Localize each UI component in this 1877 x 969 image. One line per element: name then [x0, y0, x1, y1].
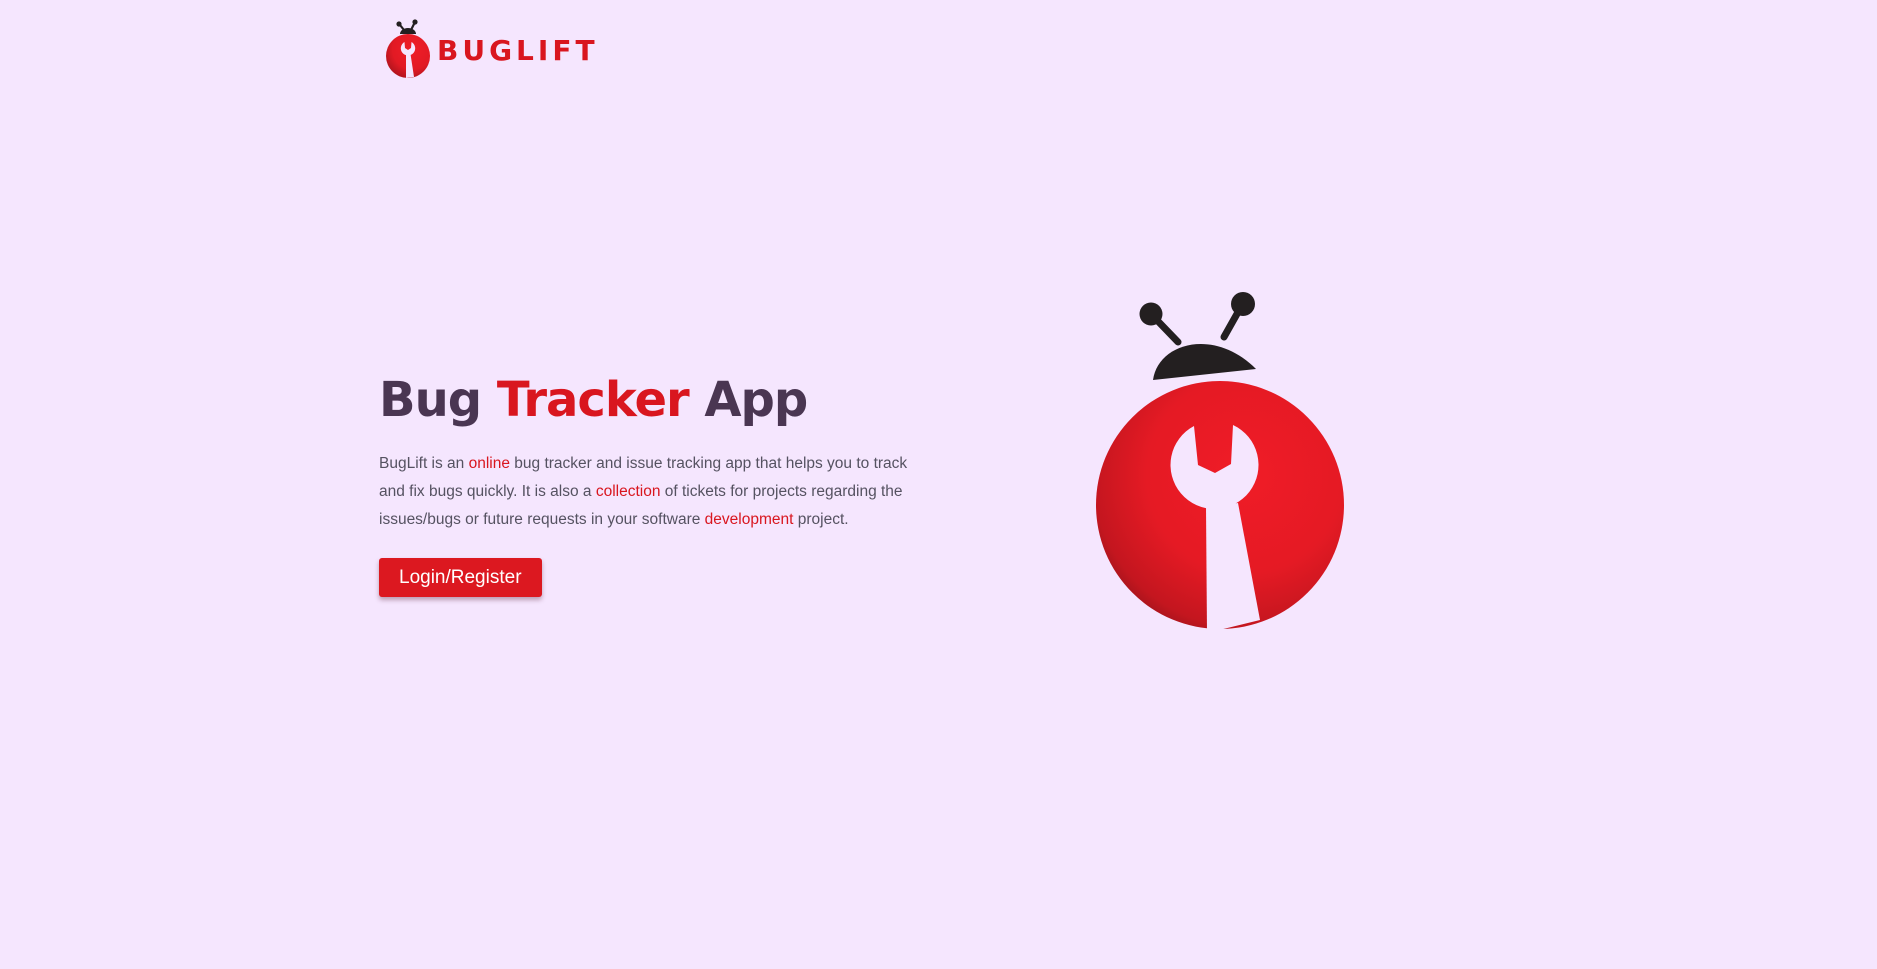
- desc-link-development[interactable]: development: [705, 511, 794, 528]
- hero-illustration: [1090, 285, 1350, 635]
- ladybug-logo-icon: [386, 19, 430, 78]
- title-word-tracker: Tracker: [496, 372, 690, 428]
- landing-page: BUGLIFT Bug Tracker App BugLift is an on…: [0, 0, 1877, 969]
- title-word-app: App: [704, 372, 808, 428]
- header-logo[interactable]: BUGLIFT: [385, 16, 599, 82]
- desc-text-1: BugLift is an: [379, 455, 469, 472]
- login-register-button[interactable]: Login/Register: [379, 558, 542, 597]
- logo-wordmark: BUGLIFT: [437, 33, 599, 67]
- title-word-bug: Bug: [379, 372, 482, 428]
- page-title: Bug Tracker App: [379, 372, 909, 428]
- desc-link-online[interactable]: online: [469, 455, 510, 472]
- ladybug-wrench-icon: [1096, 292, 1344, 633]
- desc-text-4: project.: [793, 511, 849, 528]
- hero-section: Bug Tracker App BugLift is an online bug…: [379, 372, 909, 597]
- desc-link-collection[interactable]: collection: [596, 483, 661, 500]
- hero-description: BugLift is an online bug tracker and iss…: [379, 450, 909, 534]
